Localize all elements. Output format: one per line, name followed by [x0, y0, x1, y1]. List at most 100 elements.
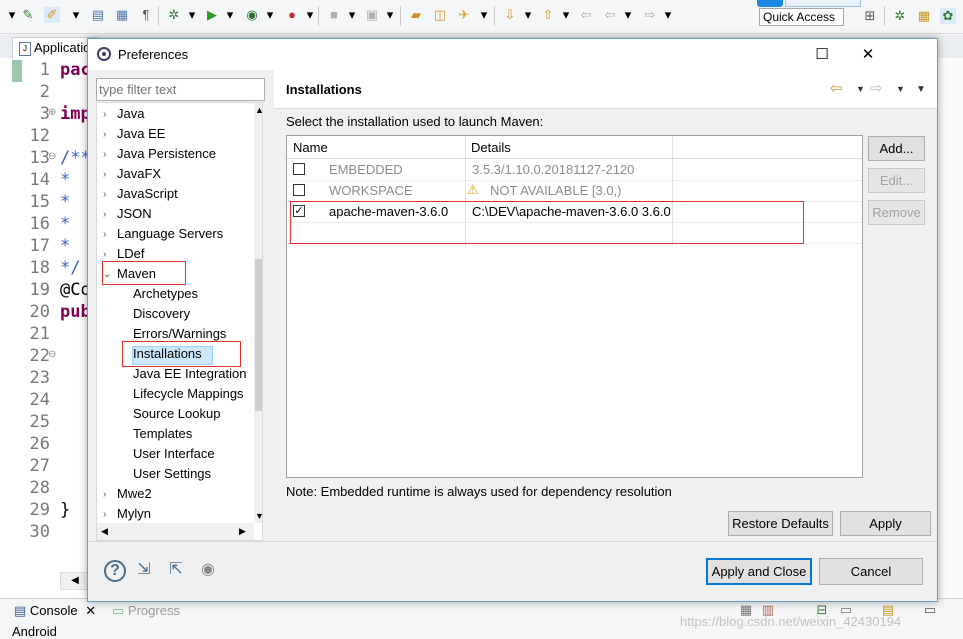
column-header-details[interactable]: Details	[471, 140, 511, 155]
chevron-right-icon[interactable]: ›	[103, 249, 106, 260]
toolbar-chevron-icon[interactable]: ▾	[262, 7, 278, 23]
chevron-right-icon[interactable]: ›	[103, 129, 106, 140]
toolbar-chevron-icon[interactable]: ▾	[4, 7, 20, 23]
close-icon[interactable]: ✕	[85, 603, 96, 618]
forward-dropdown-icon[interactable]: ▼	[896, 84, 905, 94]
scroll-lock-icon[interactable]: ▥	[760, 602, 776, 618]
display-console-icon[interactable]: ▭	[838, 602, 854, 618]
minimize-icon[interactable]: ▭	[922, 602, 938, 618]
paragraph-icon[interactable]: ¶	[138, 7, 154, 23]
cancel-button[interactable]: Cancel	[819, 558, 923, 585]
remove-button[interactable]: Remove	[868, 200, 925, 225]
tree-item[interactable]: Java	[117, 106, 144, 121]
installation-checkbox[interactable]	[293, 163, 305, 175]
pin-icon[interactable]: ✎	[20, 7, 36, 23]
tree-child-item[interactable]: User Interface	[133, 446, 215, 461]
chevron-right-icon[interactable]: ›	[103, 109, 106, 120]
chevron-right-icon[interactable]: ›	[103, 149, 106, 160]
toolbar-chevron-icon[interactable]: ▾	[660, 7, 676, 23]
new-console-icon[interactable]: ▤	[880, 602, 896, 618]
tree-child-item[interactable]: Source Lookup	[133, 406, 220, 421]
tree-item[interactable]: Java EE	[117, 126, 165, 141]
external-tools-icon[interactable]: ●	[284, 7, 300, 23]
tree-child-item[interactable]: User Settings	[133, 466, 211, 481]
chevron-right-icon[interactable]: ›	[103, 189, 106, 200]
toolbar-chevron-icon[interactable]: ▾	[222, 7, 238, 23]
editor-scroll-left-icon[interactable]: ◀	[60, 572, 90, 590]
oomph-icon[interactable]: ◉	[198, 560, 218, 580]
scroll-left-icon[interactable]: ◀	[101, 526, 108, 537]
tree-child-item[interactable]: Discovery	[133, 306, 190, 321]
quick-access-field[interactable]: Quick Access	[759, 8, 844, 26]
open-folder-icon[interactable]: ▰	[408, 7, 424, 23]
run-icon[interactable]: ▶	[204, 7, 220, 23]
next-annotation-icon[interactable]: ⇩	[502, 7, 518, 23]
add-button[interactable]: Add...	[868, 136, 925, 161]
chevron-right-icon[interactable]: ›	[103, 169, 106, 180]
tree-item[interactable]: JSON	[117, 206, 152, 221]
android-perspective-icon[interactable]: ✿	[940, 8, 956, 24]
server-icon[interactable]: ▣	[364, 7, 380, 23]
tree-item[interactable]: Java Persistence	[117, 146, 216, 161]
tree-item[interactable]: Mwe2	[117, 486, 152, 501]
editor-tab[interactable]: J Applicatio	[12, 37, 98, 58]
back-icon[interactable]: ⇦	[602, 7, 618, 23]
mark-occurrences-icon[interactable]: ✐	[44, 7, 60, 23]
expand-fold-icon[interactable]: ⊕	[48, 107, 56, 118]
forward-arrow-icon[interactable]: ⇨	[870, 79, 883, 97]
tree-child-item[interactable]: Java EE Integration	[133, 366, 246, 381]
tree-horizontal-scrollbar[interactable]	[97, 523, 254, 540]
last-edit-icon[interactable]: ⇦	[578, 7, 594, 23]
column-header-name[interactable]: Name	[293, 140, 328, 155]
console-clear-icon[interactable]: ▦	[738, 602, 754, 618]
installation-checkbox[interactable]	[293, 184, 305, 196]
forward-icon[interactable]: ⇨	[642, 7, 658, 23]
edit-button[interactable]: Edit...	[868, 168, 925, 193]
progress-tab[interactable]: ▭ Progress	[112, 603, 180, 619]
tree-item[interactable]: Mylyn	[117, 506, 151, 521]
apply-button[interactable]: Apply	[840, 511, 931, 536]
help-icon[interactable]: ?	[104, 560, 126, 582]
tree-scroll-thumb[interactable]	[255, 259, 262, 411]
previous-annotation-icon[interactable]: ⇧	[540, 7, 556, 23]
block-selection-icon[interactable]: ▤	[90, 7, 106, 23]
coverage-icon[interactable]: ◉	[244, 7, 260, 23]
filter-input[interactable]	[96, 78, 265, 101]
toolbar-chevron-icon[interactable]: ▾	[520, 7, 536, 23]
tree-item[interactable]: LDef	[117, 246, 144, 261]
toolbar-chevron-icon[interactable]: ▾	[558, 7, 574, 23]
tree-child-item[interactable]: Errors/Warnings	[133, 326, 226, 341]
toolbar-chevron-icon[interactable]: ▾	[620, 7, 636, 23]
java-perspective-icon[interactable]: ▦	[916, 8, 932, 24]
tree-item[interactable]: Language Servers	[117, 226, 223, 241]
maximize-button[interactable]: ☐	[799, 39, 845, 70]
open-type-icon[interactable]: ◫	[432, 7, 448, 23]
tree-child-item[interactable]: Templates	[133, 426, 192, 441]
chevron-right-icon[interactable]: ›	[103, 509, 106, 520]
open-task-icon[interactable]: ✈	[456, 7, 472, 23]
apply-and-close-button[interactable]: Apply and Close	[706, 558, 812, 585]
scroll-up-icon[interactable]: ▲	[255, 105, 262, 115]
tree-item[interactable]: JavaScript	[117, 186, 178, 201]
back-dropdown-icon[interactable]: ▼	[856, 84, 865, 94]
back-arrow-icon[interactable]: ⇦	[830, 79, 843, 97]
pin-console-icon[interactable]: ⊟	[814, 602, 830, 618]
tree-child-item[interactable]: Lifecycle Mappings	[133, 386, 244, 401]
view-menu-icon[interactable]: ▼	[916, 84, 926, 95]
toolbar-chevron-icon[interactable]: ▾	[68, 7, 84, 23]
tree-child-item[interactable]: Archetypes	[133, 286, 198, 301]
scroll-down-icon[interactable]: ▼	[255, 511, 262, 521]
debug-icon[interactable]: ✲	[166, 7, 182, 23]
stop-icon[interactable]: ■	[326, 7, 342, 23]
open-perspective-icon[interactable]: ⊞	[862, 8, 878, 24]
debug-perspective-icon[interactable]: ✲	[892, 8, 908, 24]
toolbar-chevron-icon[interactable]: ▾	[344, 7, 360, 23]
chevron-right-icon[interactable]: ›	[103, 489, 106, 500]
import-icon[interactable]: ⇲	[134, 560, 154, 580]
show-whitespace-icon[interactable]: ▦	[114, 7, 130, 23]
toolbar-chevron-icon[interactable]: ▾	[382, 7, 398, 23]
toolbar-chevron-icon[interactable]: ▾	[184, 7, 200, 23]
tree-item[interactable]: JavaFX	[117, 166, 161, 181]
toolbar-chevron-icon[interactable]: ▾	[302, 7, 318, 23]
collapse-fold-icon[interactable]: ⊖	[48, 151, 56, 162]
